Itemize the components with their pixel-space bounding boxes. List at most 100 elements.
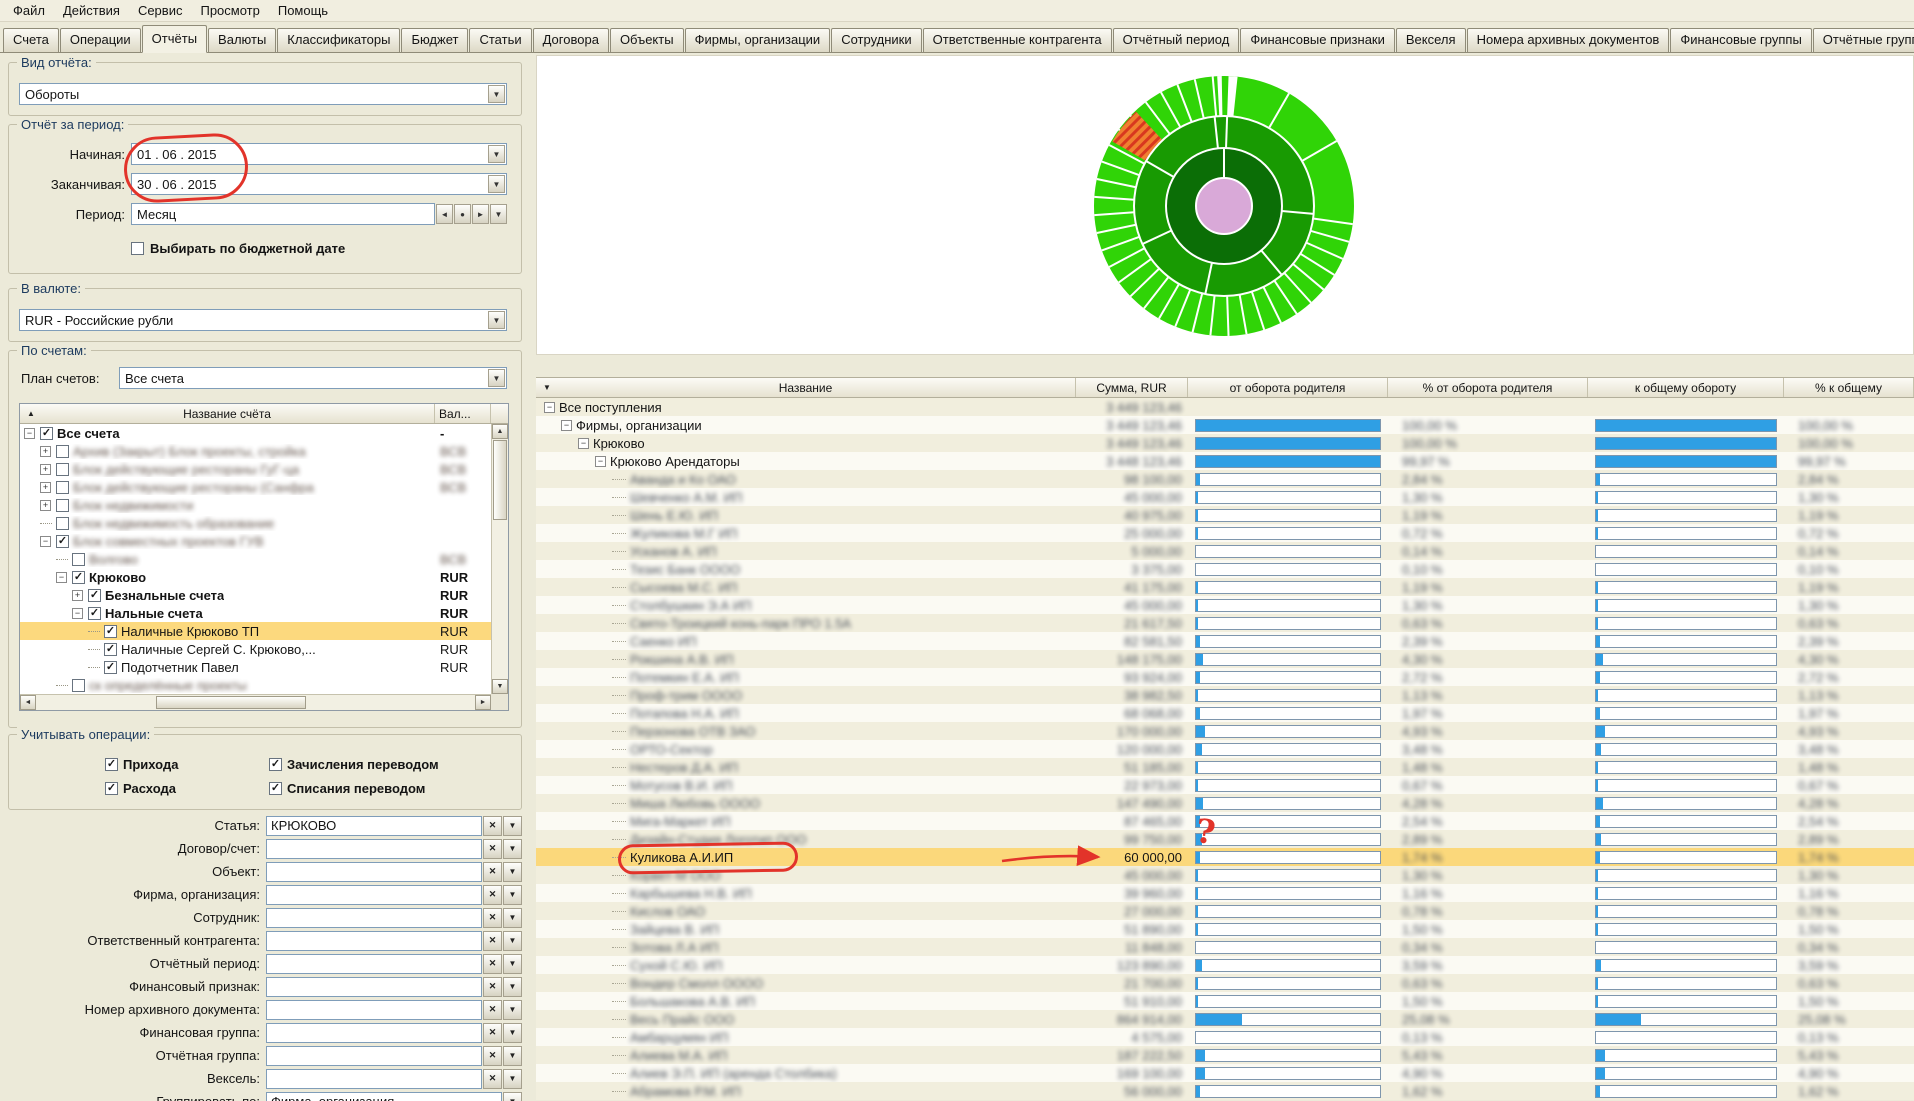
table-row[interactable]: Перзонова ОТВ ЗАО170 000,004,93 %4,93 % xyxy=(536,722,1914,740)
dropdown-icon[interactable]: ▼ xyxy=(488,175,505,193)
filter-input[interactable] xyxy=(266,1023,482,1043)
row-checkbox[interactable] xyxy=(56,463,69,476)
expand-icon[interactable]: + xyxy=(40,446,51,457)
tree-horizontal-scrollbar[interactable]: ◄ ► xyxy=(20,694,491,710)
dropdown-icon[interactable]: ▼ xyxy=(488,311,505,329)
table-row[interactable]: Проф-трим ОООО38 982,501,13 %1,13 % xyxy=(536,686,1914,704)
scroll-up-button[interactable]: ▲ xyxy=(492,424,508,439)
filter-input[interactable] xyxy=(266,954,482,974)
table-row[interactable]: Тезис Банк ОООО3 375,000,10 %0,10 % xyxy=(536,560,1914,578)
tree-row[interactable]: −✓Нальные счетаRUR xyxy=(20,604,491,622)
column-header-total-percent[interactable]: % к общему xyxy=(1784,378,1914,397)
table-row[interactable]: −Крюково Арендаторы3 448 123,4699,97 %99… xyxy=(536,452,1914,470)
table-row[interactable]: Куликова А.И.ИП60 000,001,74 %1,74 % xyxy=(536,848,1914,866)
dropdown-button[interactable]: ▼ xyxy=(503,1023,522,1043)
dropdown-button[interactable]: ▼ xyxy=(503,1000,522,1020)
clear-button[interactable]: ✕ xyxy=(483,1000,502,1020)
start-date-input[interactable]: 01 . 06 . 2015 ▼ xyxy=(131,143,507,165)
scroll-right-button[interactable]: ► xyxy=(475,695,491,710)
table-row[interactable]: Жуликова М.Г ИП25 000,000,72 %0,72 % xyxy=(536,524,1914,542)
scroll-thumb[interactable] xyxy=(156,696,306,709)
currency-select[interactable]: RUR - Российские рубли ▼ xyxy=(19,309,507,331)
filter-input[interactable] xyxy=(266,1046,482,1066)
tab-3[interactable]: Отчёты xyxy=(142,25,207,53)
column-header-total-share[interactable]: к общему обороту xyxy=(1588,378,1784,397)
report-type-select[interactable]: Обороты ▼ xyxy=(19,83,507,105)
collapse-icon[interactable]: − xyxy=(595,456,606,467)
row-checkbox[interactable]: ✓ xyxy=(88,607,101,620)
expand-icon[interactable]: + xyxy=(40,500,51,511)
table-row[interactable]: Мига-Маркет ИП87 465,002,54 %2,54 % xyxy=(536,812,1914,830)
scroll-down-button[interactable]: ▼ xyxy=(492,679,508,694)
operation-checkbox[interactable]: ✓ xyxy=(105,782,118,795)
dropdown-button[interactable]: ▼ xyxy=(503,885,522,905)
group-by-select[interactable]: Фирма, организация xyxy=(266,1092,502,1101)
filter-input[interactable] xyxy=(266,908,482,928)
tree-row[interactable]: Блок недвижимость образование xyxy=(20,514,491,532)
tab-9[interactable]: Объекты xyxy=(610,28,684,52)
table-row[interactable]: −Крюково3 449 123,46100,00 %100,00 % xyxy=(536,434,1914,452)
dropdown-icon[interactable]: ▼ xyxy=(488,369,505,387)
table-row[interactable]: Корвет-М ООО45 000,001,30 %1,30 % xyxy=(536,866,1914,884)
table-row[interactable]: Абрамова Р.М. ИП56 000,001,62 %1,62 % xyxy=(536,1082,1914,1100)
collapse-icon[interactable]: − xyxy=(561,420,572,431)
row-checkbox[interactable]: ✓ xyxy=(40,427,53,440)
clear-button[interactable]: ✕ xyxy=(483,1046,502,1066)
dropdown-button[interactable]: ▼ xyxy=(503,816,522,836)
table-row[interactable]: ОРТО-Сектор120 000,003,48 %3,48 % xyxy=(536,740,1914,758)
clear-button[interactable]: ✕ xyxy=(483,1023,502,1043)
clear-button[interactable]: ✕ xyxy=(483,839,502,859)
tree-row[interactable]: +Блок действующие рестораны ГуГ-цаВСВ xyxy=(20,460,491,478)
tree-vertical-scrollbar[interactable]: ▲ ▼ xyxy=(491,424,508,694)
collapse-icon[interactable]: − xyxy=(544,402,555,413)
row-checkbox[interactable]: ✓ xyxy=(88,589,101,602)
dropdown-button[interactable]: ▼ xyxy=(503,931,522,951)
tab-7[interactable]: Статьи xyxy=(469,28,531,52)
expand-icon[interactable]: + xyxy=(40,482,51,493)
table-row[interactable]: Алиев Э.П. ИП (аренда Столбика)169 100,0… xyxy=(536,1064,1914,1082)
filter-input[interactable] xyxy=(266,885,482,905)
row-checkbox[interactable] xyxy=(56,517,69,530)
table-row[interactable]: −Все поступления3 449 123,46 xyxy=(536,398,1914,416)
tab-1[interactable]: Счета xyxy=(3,28,59,52)
period-prev-button[interactable]: ◄ xyxy=(436,204,453,224)
table-row[interactable]: −Фирмы, организации3 449 123,46100,00 %1… xyxy=(536,416,1914,434)
plan-select[interactable]: Все счета ▼ xyxy=(119,367,507,389)
menu-item-1[interactable]: Файл xyxy=(4,1,54,20)
period-current-button[interactable]: ● xyxy=(454,204,471,224)
table-row[interactable]: Саенко ИП82 581,502,39 %2,39 % xyxy=(536,632,1914,650)
collapse-icon[interactable]: − xyxy=(56,572,67,583)
tree-header-name[interactable]: ▲ Название счёта xyxy=(20,404,435,423)
tab-13[interactable]: Отчётный период xyxy=(1113,28,1240,52)
filter-input[interactable] xyxy=(266,1069,482,1089)
tree-row[interactable]: −✓Блок совместных проектов ГУВ xyxy=(20,532,491,550)
row-checkbox[interactable] xyxy=(72,553,85,566)
table-row[interactable]: Свято-Троицкий конь-парк ПРО 1.5А21 617,… xyxy=(536,614,1914,632)
table-row[interactable]: Вондер Смолл ОООО21 700,000,63 %0,63 % xyxy=(536,974,1914,992)
clear-button[interactable]: ✕ xyxy=(483,885,502,905)
table-row[interactable]: Шевченко А.М. ИП45 000,001,30 %1,30 % xyxy=(536,488,1914,506)
filter-input[interactable] xyxy=(266,977,482,997)
tree-row[interactable]: +Блок недвижимости xyxy=(20,496,491,514)
tree-header-currency[interactable]: Вал... xyxy=(435,404,491,423)
tree-row[interactable]: +Блок действующие рестораны (СанфраВСВ xyxy=(20,478,491,496)
tab-17[interactable]: Финансовые группы xyxy=(1670,28,1811,52)
collapse-icon[interactable]: − xyxy=(578,438,589,449)
row-checkbox[interactable] xyxy=(72,679,85,692)
table-row[interactable]: Столбушкин Э.А ИП45 000,001,30 %1,30 % xyxy=(536,596,1914,614)
filter-input[interactable] xyxy=(266,839,482,859)
clear-button[interactable]: ✕ xyxy=(483,908,502,928)
row-checkbox[interactable]: ✓ xyxy=(104,625,117,638)
table-row[interactable]: Зотова Л.А ИП11 848,000,34 %0,34 % xyxy=(536,938,1914,956)
table-row[interactable]: Нестеров Д.А. ИП51 185,001,48 %1,48 % xyxy=(536,758,1914,776)
clear-button[interactable]: ✕ xyxy=(483,816,502,836)
table-row[interactable]: Миша Любовь ОООО147 490,004,28 %4,28 % xyxy=(536,794,1914,812)
tree-row[interactable]: +✓Безнальные счетаRUR xyxy=(20,586,491,604)
column-header-sum[interactable]: Сумма, RUR xyxy=(1076,378,1188,397)
table-row[interactable]: Дизайн-Студия Логотип ООО99 750,002,89 %… xyxy=(536,830,1914,848)
table-row[interactable]: Сысоева М.С. ИП41 175,001,19 %1,19 % xyxy=(536,578,1914,596)
table-row[interactable]: Потемкин Е.А. ИП93 924,002,72 %2,72 % xyxy=(536,668,1914,686)
row-checkbox[interactable]: ✓ xyxy=(72,571,85,584)
menu-item-5[interactable]: Помощь xyxy=(269,1,337,20)
column-header-parent-percent[interactable]: % от оборота родителя xyxy=(1388,378,1588,397)
